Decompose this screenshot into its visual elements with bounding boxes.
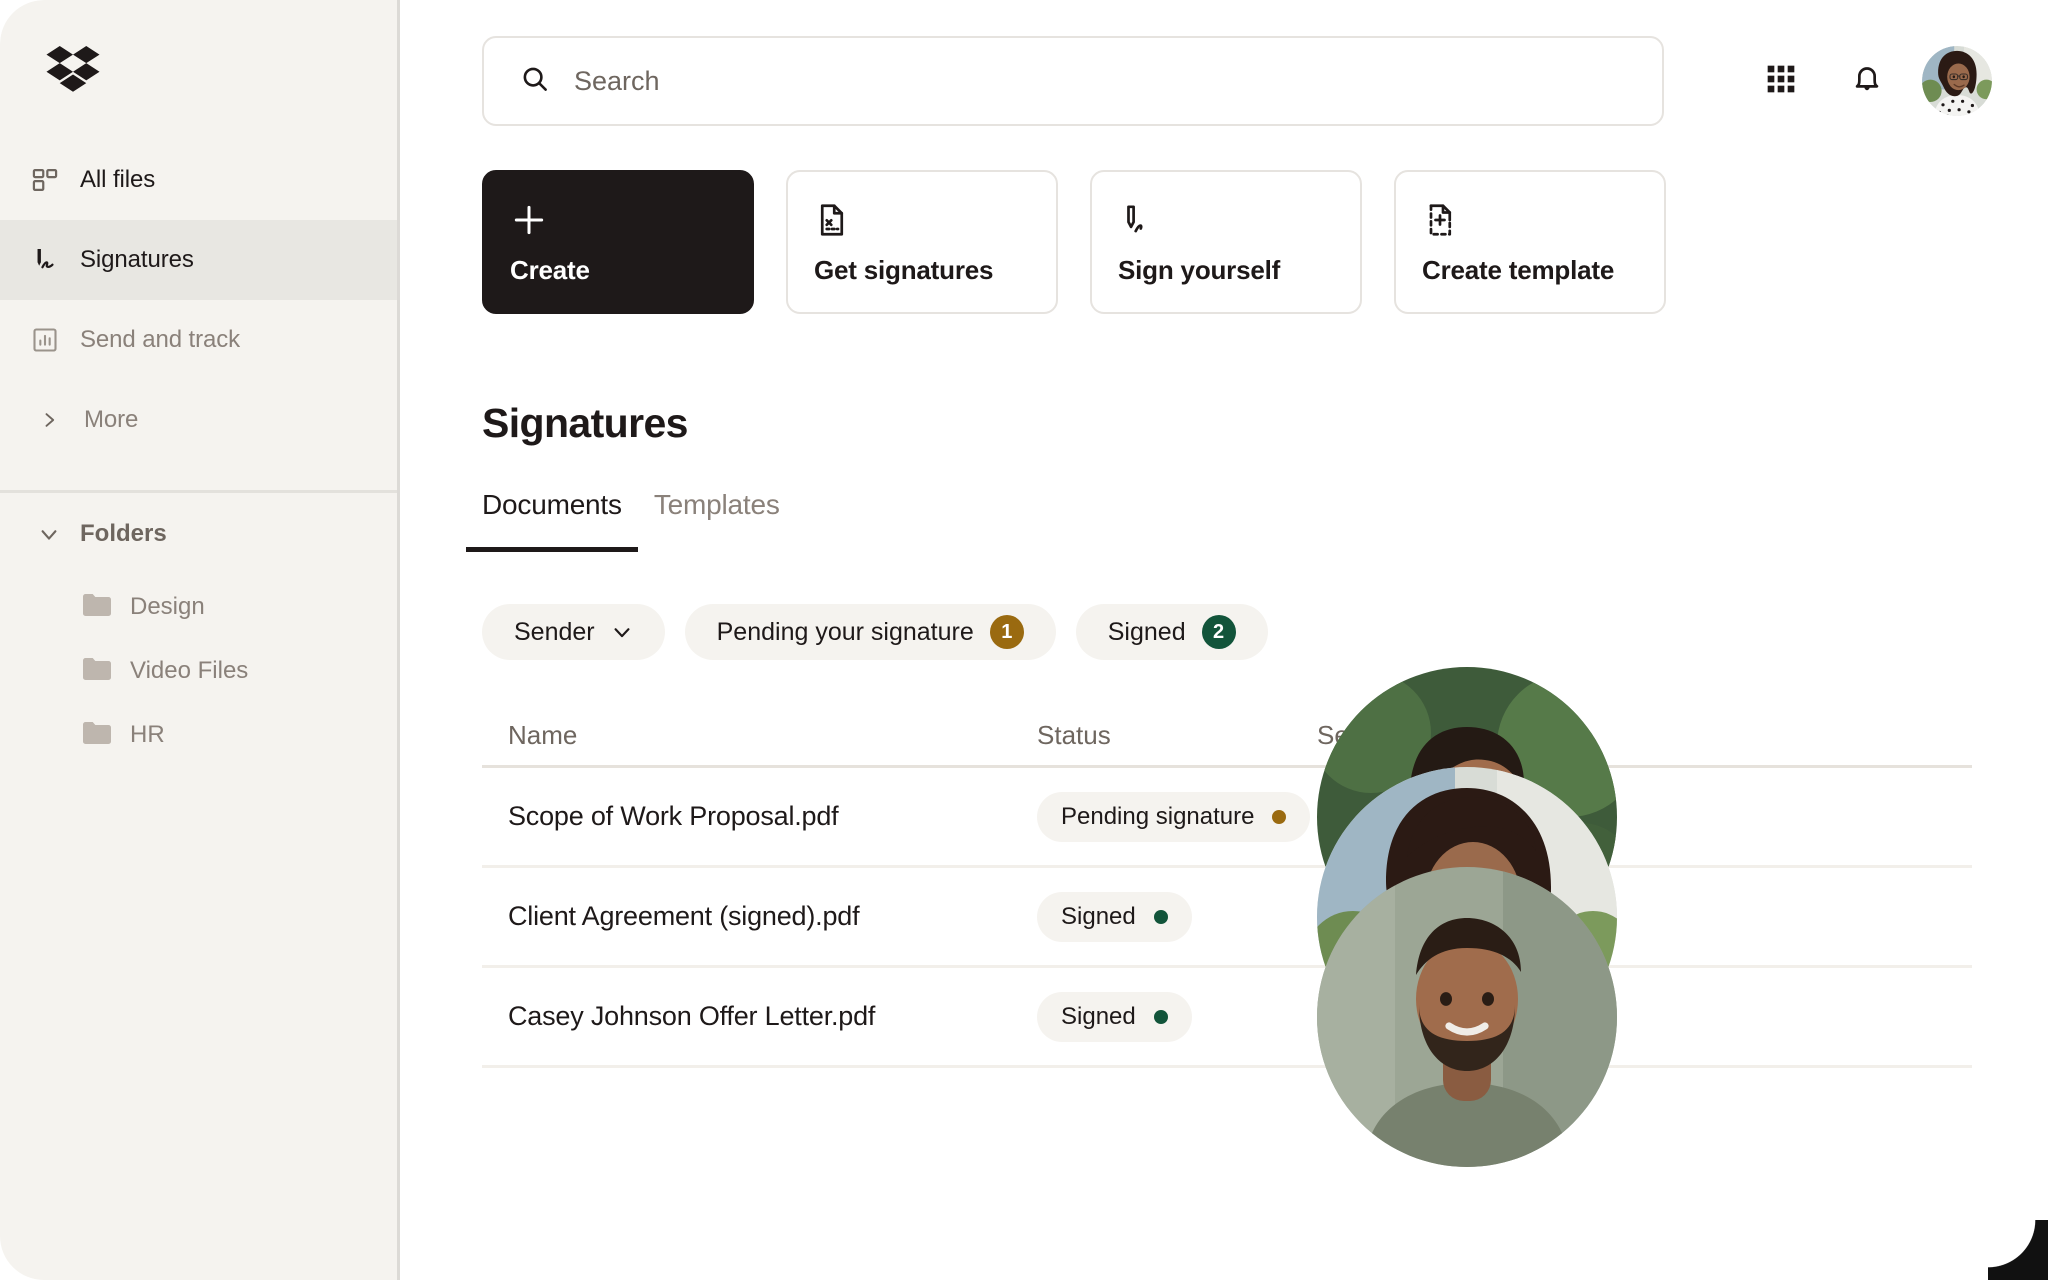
- tab-templates-label: Templates: [653, 489, 780, 520]
- folder-icon: [82, 592, 112, 623]
- topbar: Search: [482, 0, 2048, 126]
- tab-documents-label: Documents: [482, 489, 622, 520]
- sidebar-folder-hr[interactable]: HR: [0, 703, 397, 767]
- row-name: Scope of Work Proposal.pdf: [508, 801, 839, 831]
- sidebar-item-send-and-track-label: Send and track: [80, 326, 241, 353]
- tabs: Documents Templates: [466, 489, 2048, 552]
- column-header-status: Status: [1037, 720, 1111, 750]
- status-badge-label: Signed: [1061, 1002, 1136, 1030]
- notifications-button[interactable]: [1824, 38, 1910, 124]
- dropbox-logo[interactable]: [0, 0, 397, 140]
- main-content: Search Create Get signatures Sign yourse…: [400, 0, 2048, 1280]
- filter-pending-your-signature[interactable]: Pending your signature 1: [684, 604, 1056, 660]
- status-dot-icon: [1153, 1009, 1168, 1024]
- status-badge-label: Signed: [1061, 902, 1136, 930]
- search-placeholder: Search: [574, 65, 660, 96]
- sidebar-item-all-files-label: All files: [80, 166, 156, 193]
- folder-icon: [82, 720, 112, 751]
- chevron-down-icon: [38, 519, 60, 549]
- sign-yourself-button-label: Sign yourself: [1118, 255, 1281, 285]
- sidebar-section-folders-label: Folders: [80, 520, 167, 547]
- filter-signed-label: Signed: [1107, 617, 1186, 646]
- search-input[interactable]: Search: [482, 36, 1664, 126]
- documents-table: Name Status Sender Scope of Work Proposa…: [482, 706, 1972, 1068]
- bell-icon: [1850, 62, 1884, 101]
- sidebar-folder-design[interactable]: Design: [0, 575, 397, 639]
- apps-grid-button[interactable]: [1738, 38, 1824, 124]
- tab-templates[interactable]: Templates: [638, 489, 796, 552]
- row-name: Casey Johnson Offer Letter.pdf: [508, 1001, 876, 1031]
- sidebar-item-signatures[interactable]: Signatures: [0, 220, 397, 300]
- sender-avatar[interactable]: [1317, 867, 1617, 1167]
- search-icon: [520, 64, 550, 99]
- sidebar-item-signatures-label: Signatures: [80, 246, 194, 273]
- sidebar-folder-video-files[interactable]: Video Files: [0, 639, 397, 703]
- document-signature-request-icon: [814, 198, 1056, 242]
- avatar[interactable]: [1922, 46, 1992, 116]
- filter-signed-count-badge: 2: [1201, 615, 1236, 649]
- filter-sender-label: Sender: [514, 617, 595, 646]
- row-status: Pending signature: [1037, 791, 1317, 842]
- status-dot-icon: [1153, 909, 1168, 924]
- get-signatures-button[interactable]: Get signatures: [786, 170, 1058, 314]
- filter-pending-count-badge: 1: [989, 615, 1024, 649]
- row-sender: [1317, 867, 1617, 1167]
- filter-sender-dropdown[interactable]: Sender: [482, 604, 665, 660]
- create-template-button-label: Create template: [1422, 255, 1615, 285]
- quick-actions: Create Get signatures Sign yourself Crea…: [482, 170, 2048, 314]
- sidebar-section-folders[interactable]: Folders: [0, 493, 397, 575]
- status-badge: Pending signature: [1037, 791, 1311, 842]
- topbar-actions: [1738, 38, 1992, 124]
- all-files-icon: [30, 165, 60, 195]
- signature-icon: [30, 245, 60, 275]
- status-badge: Signed: [1037, 891, 1192, 942]
- status-badge-label: Pending signature: [1061, 802, 1255, 830]
- table-row[interactable]: Scope of Work Proposal.pdf Pending signa…: [482, 768, 1972, 868]
- column-header-name: Name: [508, 720, 578, 750]
- pen-signature-icon: [1118, 198, 1360, 242]
- tab-documents[interactable]: Documents: [466, 489, 638, 552]
- row-status: Signed: [1037, 991, 1317, 1042]
- sidebar-item-more-label: More: [84, 406, 139, 433]
- sidebar: All files Signatures Send and track More…: [0, 0, 400, 1280]
- table-row[interactable]: Client Agreement (signed).pdf Signed: [482, 868, 1972, 968]
- chevron-down-icon: [611, 621, 633, 643]
- get-signatures-button-label: Get signatures: [814, 255, 994, 285]
- page-title: Signatures: [482, 400, 688, 446]
- table-header-row: Name Status Sender: [482, 706, 1972, 768]
- send-and-track-icon: [30, 325, 60, 355]
- plus-icon: [510, 198, 752, 242]
- filter-chips: Sender Pending your signature 1 Signed 2: [482, 604, 2048, 660]
- sign-yourself-button[interactable]: Sign yourself: [1090, 170, 1362, 314]
- chevron-right-icon: [38, 405, 60, 435]
- create-template-button[interactable]: Create template: [1394, 170, 1666, 314]
- row-name: Client Agreement (signed).pdf: [508, 901, 860, 931]
- filter-signed[interactable]: Signed 2: [1075, 604, 1268, 660]
- folder-icon: [82, 656, 112, 687]
- filter-pending-label: Pending your signature: [716, 617, 974, 646]
- status-dot-icon: [1272, 809, 1287, 824]
- create-button[interactable]: Create: [482, 170, 754, 314]
- sidebar-folder-design-label: Design: [130, 593, 205, 620]
- sidebar-item-more[interactable]: More: [0, 380, 397, 460]
- table-row[interactable]: Casey Johnson Offer Letter.pdf Signed: [482, 968, 1972, 1068]
- row-status: Signed: [1037, 891, 1317, 942]
- sidebar-folder-video-files-label: Video Files: [130, 657, 249, 684]
- create-button-label: Create: [510, 255, 590, 285]
- sidebar-item-all-files[interactable]: All files: [0, 140, 397, 220]
- status-badge: Signed: [1037, 991, 1192, 1042]
- sidebar-folder-hr-label: HR: [130, 721, 165, 748]
- document-add-template-icon: [1422, 198, 1664, 242]
- dropbox-logo-icon: [46, 46, 100, 92]
- app-window: All files Signatures Send and track More…: [0, 0, 2048, 1280]
- sidebar-item-send-and-track[interactable]: Send and track: [0, 300, 397, 380]
- apps-grid-icon: [1765, 63, 1797, 100]
